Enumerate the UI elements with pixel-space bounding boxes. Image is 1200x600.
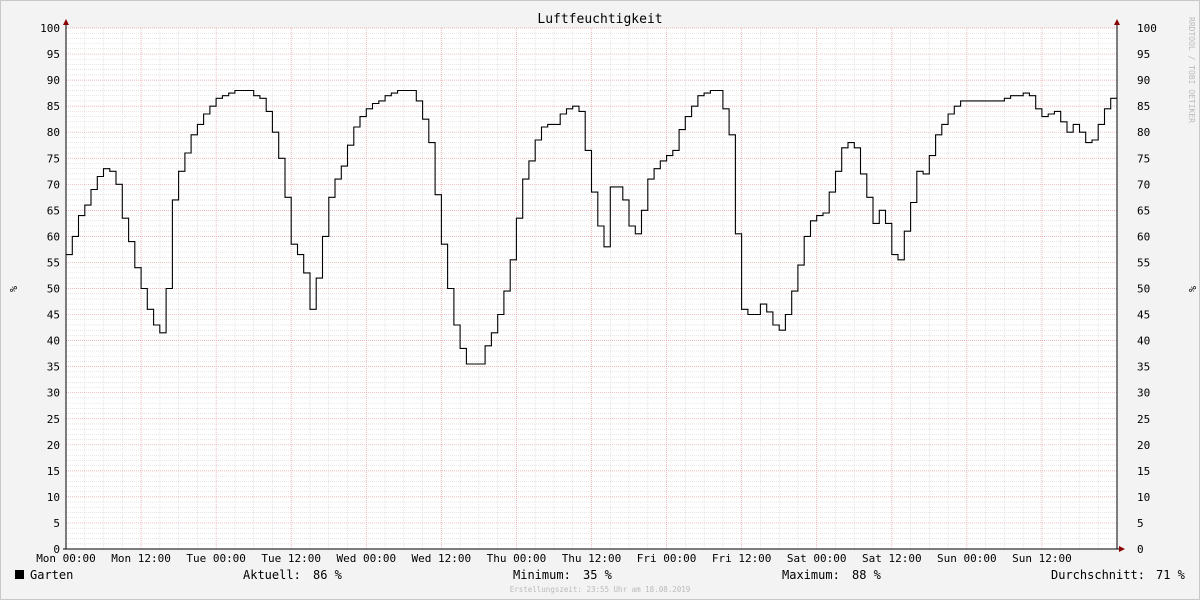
y-tick-label-right: 0 <box>1137 543 1144 556</box>
y-tick-label-right: 50 <box>1137 283 1150 296</box>
x-tick-label: Wed 00:00 <box>336 552 396 565</box>
y-tick-label-left: 10 <box>47 491 60 504</box>
y-tick-label-left: 95 <box>47 48 60 61</box>
y-tick-label-left: 25 <box>47 413 60 426</box>
watermark: RRDTOOL / TOBI OETIKER <box>1187 17 1196 123</box>
x-tick-label: Fri 00:00 <box>637 552 697 565</box>
x-tick-label: Tue 00:00 <box>186 552 246 565</box>
x-tick-label: Sat 00:00 <box>787 552 847 565</box>
y-tick-label-right: 40 <box>1137 335 1150 348</box>
x-tick-label: Mon 12:00 <box>111 552 171 565</box>
y-tick-label-left: 5 <box>53 517 60 530</box>
y-tick-label-right: 20 <box>1137 439 1150 452</box>
y-tick-label-left: 45 <box>47 309 60 322</box>
y-tick-label-right: 45 <box>1137 309 1150 322</box>
y-tick-label-right: 60 <box>1137 230 1150 243</box>
y-tick-label-right: 75 <box>1137 152 1150 165</box>
y-tick-label-right: 90 <box>1137 74 1150 87</box>
legend-swatch <box>15 570 24 579</box>
y-tick-label-left: 15 <box>47 465 60 478</box>
stat-current-label: Aktuell: <box>243 568 301 582</box>
x-tick-label: Thu 12:00 <box>562 552 622 565</box>
chart-title: Luftfeuchtigkeit <box>537 12 662 27</box>
y-tick-label-left: 85 <box>47 100 60 113</box>
y-tick-label-right: 95 <box>1137 48 1150 61</box>
y-tick-label-left: 90 <box>47 74 60 87</box>
stat-maximum-label: Maximum: <box>782 568 840 582</box>
y-tick-label-right: 15 <box>1137 465 1150 478</box>
stat-average-label: Durchschnitt: <box>1051 568 1145 582</box>
stat-minimum-value: 35 % <box>583 568 613 582</box>
y-tick-label-right: 85 <box>1137 100 1150 113</box>
y-tick-label-left: 70 <box>47 178 60 191</box>
y-tick-label-left: 60 <box>47 230 60 243</box>
y-tick-label-left: 40 <box>47 335 60 348</box>
y-tick-label-left: 55 <box>47 256 60 269</box>
y-axis-label-left: % <box>7 286 18 292</box>
y-tick-label-right: 30 <box>1137 387 1150 400</box>
y-tick-label-left: 75 <box>47 152 60 165</box>
y-tick-label-right: 80 <box>1137 126 1150 139</box>
y-tick-label-left: 100 <box>40 22 60 35</box>
x-tick-label: Thu 00:00 <box>487 552 547 565</box>
y-tick-label-left: 35 <box>47 361 60 374</box>
stat-minimum-label: Minimum: <box>513 568 571 582</box>
y-tick-label-right: 5 <box>1137 517 1144 530</box>
y-tick-label-left: 50 <box>47 283 60 296</box>
y-tick-label-left: 20 <box>47 439 60 452</box>
y-tick-label-left: 30 <box>47 387 60 400</box>
humidity-chart: 0 5 10 15 20 25 30 35 40 45 50 55 60 65 70 75 80 85 90 95 10… <box>0 0 1200 600</box>
y-axis-label-right: % <box>1186 286 1197 292</box>
x-tick-label: Sun 00:00 <box>937 552 997 565</box>
stat-current-value: 86 % <box>313 568 343 582</box>
footer-timestamp: Erstellungszeit: 23:55 Uhr am 18.08.2019 <box>510 585 691 594</box>
y-tick-label-left: 65 <box>47 204 60 217</box>
y-tick-label-right: 10 <box>1137 491 1150 504</box>
x-tick-label: Tue 12:00 <box>261 552 321 565</box>
y-tick-label-right: 25 <box>1137 413 1150 426</box>
x-tick-label: Sun 12:00 <box>1012 552 1072 565</box>
x-tick-label: Fri 12:00 <box>712 552 772 565</box>
y-tick-label-left: 80 <box>47 126 60 139</box>
x-tick-label: Sat 12:00 <box>862 552 922 565</box>
y-tick-label-right: 70 <box>1137 178 1150 191</box>
x-tick-label: Wed 12:00 <box>412 552 472 565</box>
legend-series-name: Garten <box>30 568 73 582</box>
y-tick-label-right: 35 <box>1137 361 1150 374</box>
y-tick-label-right: 100 <box>1137 22 1157 35</box>
stat-average-value: 71 % <box>1156 568 1186 582</box>
x-tick-label: Mon 00:00 <box>36 552 96 565</box>
stat-maximum-value: 88 % <box>852 568 882 582</box>
y-tick-label-right: 55 <box>1137 256 1150 269</box>
y-tick-label-right: 65 <box>1137 204 1150 217</box>
